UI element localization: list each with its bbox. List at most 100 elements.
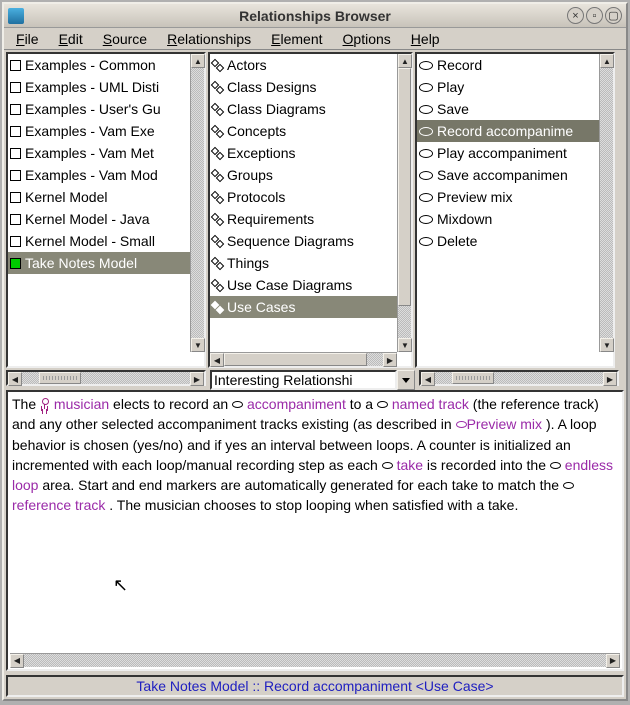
menu-help[interactable]: Help [403,29,448,49]
oval-icon [419,105,433,114]
list-item[interactable]: Kernel Model [8,186,190,208]
list-item[interactable]: Mixdown [417,208,599,230]
circle-icon [550,462,561,469]
link-preview-mix[interactable]: Preview mix [467,416,542,432]
detail-text: The [12,396,40,412]
scroll-right-icon[interactable]: ▶ [606,654,620,668]
list-item[interactable]: Delete [417,230,599,252]
relation-icon [212,126,223,137]
list-item[interactable]: Protocols [210,186,397,208]
menu-edit[interactable]: Edit [51,29,91,49]
list-item[interactable]: Save accompanimen [417,164,599,186]
list-item[interactable]: Requirements [210,208,397,230]
link-take[interactable]: take [397,457,423,473]
list-item[interactable]: Examples - User's Gu [8,98,190,120]
list-item-label: Examples - Common [25,57,156,73]
relation-icon [212,60,223,71]
list-item-label: Class Diagrams [227,101,326,117]
list-item[interactable]: Record accompanime [417,120,599,142]
dropdown-button[interactable] [397,370,415,390]
detail-text: to a [350,396,377,412]
close-button[interactable]: ▢ [605,7,622,24]
list-item-label: Examples - Vam Met [25,145,154,161]
scroll-up-icon[interactable]: ▲ [191,54,205,68]
list-item[interactable]: Sequence Diagrams [210,230,397,252]
menu-element[interactable]: Element [263,29,330,49]
list-item[interactable]: Examples - Vam Exe [8,120,190,142]
square-icon [10,192,21,203]
list-item-label: Use Cases [227,299,295,315]
scroll-left-icon[interactable]: ◀ [8,372,22,386]
list-item[interactable]: Exceptions [210,142,397,164]
list-item-label: Save accompanimen [437,167,568,183]
relationship-dropdown[interactable]: Interesting Relationshi [210,370,397,390]
list-item[interactable]: Save [417,98,599,120]
square-icon [10,126,21,137]
menu-relationships[interactable]: Relationships [159,29,259,49]
list-item[interactable]: Preview mix [417,186,599,208]
detail-text: . The musician chooses to stop looping w… [109,497,518,513]
list-item[interactable]: Use Cases [210,296,397,318]
list-item[interactable]: Actors [210,54,397,76]
list-item-label: Protocols [227,189,285,205]
elements-list[interactable]: RecordPlaySaveRecord accompanimePlay acc… [417,54,599,352]
list-item[interactable]: Class Diagrams [210,98,397,120]
link-musician[interactable]: musician [54,396,109,412]
link-named-track[interactable]: named track [392,396,469,412]
list-item[interactable]: Kernel Model - Java [8,208,190,230]
menu-file[interactable]: File [8,29,47,49]
list-item[interactable]: Examples - Vam Met [8,142,190,164]
scroll-right-icon[interactable]: ▶ [603,372,617,386]
scroll-right-icon[interactable]: ▶ [383,353,397,367]
list-item[interactable]: Examples - Vam Mod [8,164,190,186]
list-item[interactable]: Examples - UML Disti [8,76,190,98]
categories-list[interactable]: ActorsClass Designs Class Diagrams Concept… [210,54,397,352]
list-item[interactable]: Groups [210,164,397,186]
scroll-up-icon[interactable]: ▲ [600,54,614,68]
circle-icon [563,482,574,489]
maximize-button[interactable]: ▫ [586,7,603,24]
list-item[interactable]: Class Designs [210,76,397,98]
list-item[interactable]: Use Case Diagrams [210,274,397,296]
menu-options[interactable]: Options [335,29,399,49]
scroll-up-icon[interactable]: ▲ [398,54,412,68]
list-item-label: Take Notes Model [25,255,137,271]
vscrollbar[interactable]: ▲ ▼ [599,54,613,352]
relation-icon [212,214,223,225]
list-item[interactable]: Play accompaniment [417,142,599,164]
vscrollbar[interactable]: ▲ ▼ [397,54,411,352]
square-icon [10,258,21,269]
scroll-left-icon[interactable]: ◀ [421,372,435,386]
scroll-left-icon[interactable]: ◀ [10,654,24,668]
vscrollbar[interactable]: ▲ ▼ [190,54,204,352]
list-item[interactable]: Things [210,252,397,274]
square-icon [10,82,21,93]
list-item-label: Delete [437,233,477,249]
list-item[interactable]: Examples - Common [8,54,190,76]
list-item[interactable]: Concepts [210,120,397,142]
scroll-down-icon[interactable]: ▼ [398,338,412,352]
link-reference-track[interactable]: reference track [12,497,105,513]
minimize-button[interactable]: × [567,7,584,24]
scroll-right-icon[interactable]: ▶ [190,372,204,386]
models-list[interactable]: Examples - Common Examples - UML Disti Exa… [8,54,190,352]
status-text: Take Notes Model :: Record accompaniment… [136,678,493,694]
hscrollbar[interactable]: ◀ ▶ [210,352,397,366]
scroll-left-icon[interactable]: ◀ [210,353,224,367]
list-item[interactable]: Kernel Model - Small [8,230,190,252]
list-item[interactable]: Play [417,76,599,98]
scroll-down-icon[interactable]: ▼ [600,338,614,352]
list-item-label: Examples - User's Gu [25,101,161,117]
description-pane[interactable]: The musician elects to record an accompa… [6,390,624,671]
square-icon [10,104,21,115]
relation-icon [212,258,223,269]
titlebar: Relationships Browser × ▫ ▢ [4,4,626,28]
square-icon [10,236,21,247]
link-accompaniment[interactable]: accompaniment [247,396,346,412]
scroll-down-icon[interactable]: ▼ [191,338,205,352]
square-icon [10,214,21,225]
list-item-label: Preview mix [437,189,512,205]
menu-source[interactable]: Source [95,29,155,49]
list-item[interactable]: Take Notes Model [8,252,190,274]
list-item[interactable]: Record [417,54,599,76]
